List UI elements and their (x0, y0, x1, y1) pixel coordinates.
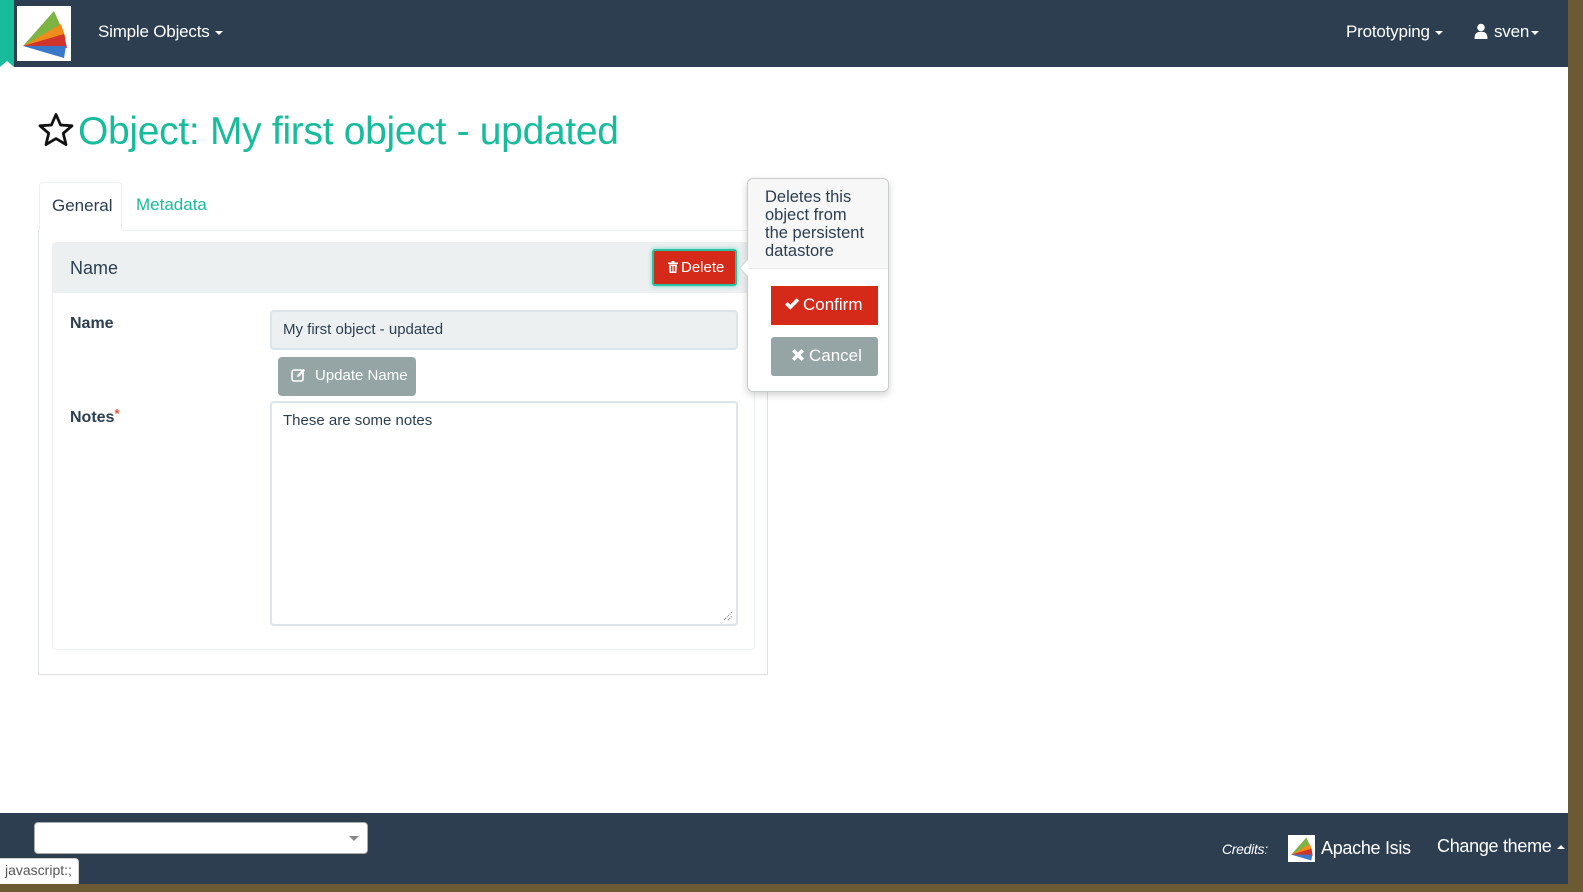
bookmark-ribbon[interactable] (0, 0, 14, 67)
tab-bar: General Metadata (38, 182, 768, 231)
tab-general[interactable]: General (39, 182, 122, 231)
page-title-text: Object: My first object - updated (78, 110, 619, 153)
caret-down-icon (214, 30, 223, 35)
delete-button[interactable]: Delete (652, 249, 737, 286)
app-menu-simple-objects[interactable]: Simple Objects (98, 22, 223, 42)
footer: Credits: Apache Isis Change theme (0, 813, 1568, 884)
user-name: sven (1494, 22, 1530, 41)
user-icon (1474, 23, 1488, 39)
credits-logo[interactable] (1288, 835, 1315, 862)
notes-value: These are some notes (283, 412, 433, 429)
apache-isis-logo-icon (1291, 837, 1313, 861)
panel-title: Name (70, 258, 119, 278)
name-input[interactable]: My first object - updated (270, 310, 738, 350)
menu-prototyping[interactable]: Prototyping (1346, 22, 1443, 42)
tab-pane-general: Name Delete Name My first object - updat… (38, 231, 768, 675)
browser-status-bar: javascript:; (0, 858, 79, 884)
check-icon (785, 298, 800, 310)
caret-down-icon (1434, 30, 1443, 35)
tab-metadata-label: Metadata (136, 195, 207, 214)
update-name-label: Update Name (315, 367, 408, 384)
top-navbar: Simple Objects Prototyping sven (0, 0, 1568, 67)
page-viewport: Simple Objects Prototyping sven Object: … (0, 0, 1568, 884)
caret-up-icon (1557, 845, 1566, 850)
delete-confirm-popover: Deletes this object from the persistent … (739, 178, 889, 392)
star-outline-icon[interactable] (38, 112, 74, 148)
update-name-button[interactable]: Update Name (278, 357, 416, 396)
tab-metadata[interactable]: Metadata (124, 182, 219, 231)
required-marker: * (114, 406, 120, 421)
menu-prototyping-label: Prototyping (1346, 22, 1430, 41)
footer-select[interactable] (34, 822, 368, 854)
name-panel: Name Delete Name My first object - updat… (52, 242, 755, 650)
edit-icon (291, 368, 306, 382)
caret-down-icon (1531, 30, 1540, 35)
app-menu-label: Simple Objects (98, 22, 210, 41)
app-logo[interactable] (17, 6, 71, 61)
notes-textarea[interactable]: These are some notes (270, 401, 738, 626)
resize-grip-icon[interactable] (723, 611, 733, 621)
confirm-label: Confirm (803, 295, 863, 314)
name-field-label: Name (70, 315, 114, 332)
apache-isis-logo-icon (23, 11, 67, 58)
name-input-value: My first object - updated (283, 321, 444, 338)
confirm-button[interactable]: Confirm (771, 286, 878, 325)
panel-heading: Name Delete (53, 243, 754, 293)
popover-title: Deletes this object from the persistent … (748, 179, 888, 269)
tab-general-label: General (52, 196, 113, 215)
popover-arrow (739, 259, 748, 277)
trash-icon (668, 261, 678, 273)
chevron-down-icon (349, 836, 359, 841)
cancel-label: Cancel (809, 346, 862, 365)
notes-label-text: Notes (70, 409, 115, 426)
close-icon (792, 349, 804, 361)
change-theme-menu[interactable]: Change theme (1437, 836, 1566, 857)
change-theme-label: Change theme (1437, 836, 1552, 856)
apache-isis-link[interactable]: Apache Isis (1321, 838, 1411, 859)
user-menu[interactable]: sven (1474, 22, 1540, 42)
cancel-button[interactable]: Cancel (771, 337, 878, 376)
page-title: Object: My first object - updated (38, 110, 619, 154)
notes-field-label: Notes* (70, 406, 120, 427)
credits-label: Credits: (1222, 841, 1268, 857)
delete-button-label: Delete (681, 259, 725, 276)
